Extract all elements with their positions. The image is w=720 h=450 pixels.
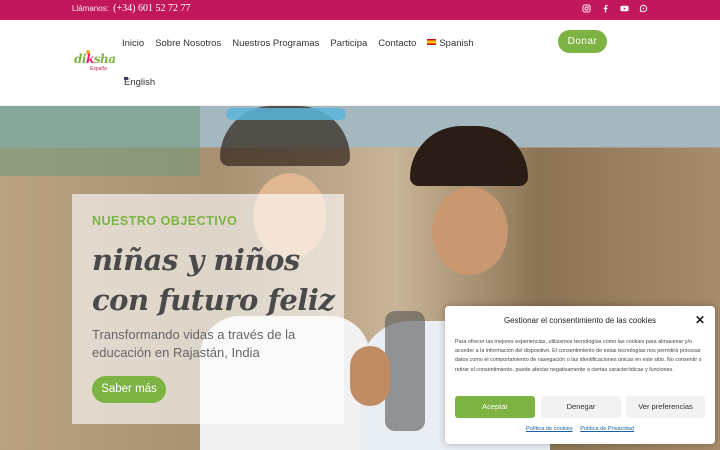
cookie-policy-link[interactable]: Política de cookies <box>526 426 573 432</box>
hero-photo-boy <box>410 126 528 186</box>
nav-item-inicio[interactable]: Inicio <box>122 38 144 49</box>
hero-photo-strap <box>385 311 425 431</box>
hero-photo-headband <box>226 108 346 120</box>
deny-cookies-button[interactable]: Denegar <box>541 396 621 418</box>
lang-english-label: English <box>124 77 156 88</box>
nav-item-sobre-nosotros[interactable]: Sobre Nosotros <box>155 38 221 49</box>
hero-photo-thumb <box>350 346 390 406</box>
nav-item-contacto[interactable]: Contacto <box>378 38 416 49</box>
close-icon[interactable]: ✕ <box>695 314 705 326</box>
hero-photo-background <box>0 106 200 176</box>
phone-label: Llámanos: <box>72 4 109 13</box>
privacy-policy-link[interactable]: Política de Privacidad <box>580 426 634 432</box>
facebook-icon[interactable] <box>601 4 610 13</box>
lang-spanish-label: Spanish <box>439 38 474 49</box>
phone-contact: Llámanos: (+34) 601 52 72 77 <box>72 3 190 14</box>
site-header: diksha España Inicio Sobre Nosotros Nues… <box>0 20 720 106</box>
logo-wordmark: diksha <box>74 52 116 66</box>
phone-number[interactable]: (+34) 601 52 72 77 <box>113 3 190 14</box>
top-bar: Llámanos: (+34) 601 52 72 77 <box>0 0 720 20</box>
main-nav: Inicio Sobre Nosotros Nuestros Programas… <box>122 38 485 49</box>
logo-subtitle: España <box>90 66 107 72</box>
social-links <box>582 4 648 13</box>
hero-headline: niñas y niños con futuro feliz <box>92 243 335 317</box>
cookie-links: Política de cookies Política de Privacid… <box>445 426 715 432</box>
nav-item-nuestros-programas[interactable]: Nuestros Programas <box>232 38 319 49</box>
youtube-icon[interactable] <box>620 4 629 13</box>
hero-text-panel: NUESTRO OBJECTIVO niñas y niños con futu… <box>72 194 344 424</box>
cookie-consent-dialog: Gestionar el consentimiento de las cooki… <box>445 306 715 444</box>
view-preferences-button[interactable]: Ver preferencias <box>626 396 705 418</box>
donate-button[interactable]: Donar <box>558 30 607 53</box>
nav-item-participa[interactable]: Participa <box>330 38 367 49</box>
hero-kicker: NUESTRO OBJECTIVO <box>92 214 238 228</box>
spain-flag-icon <box>427 39 437 46</box>
accept-cookies-button[interactable]: Aceptar <box>455 396 535 418</box>
cookie-title: Gestionar el consentimiento de las cooki… <box>503 316 657 325</box>
nav-item-lang-spanish[interactable]: Spanish <box>427 38 474 49</box>
learn-more-button[interactable]: Saber más <box>92 376 166 403</box>
page: Llámanos: (+34) 601 52 72 77 diksha Espa… <box>0 0 720 450</box>
whatsapp-icon[interactable] <box>639 4 648 13</box>
site-logo[interactable]: diksha España <box>72 50 116 72</box>
cookie-body-text: Para ofrecer las mejores experiencias, u… <box>455 339 702 373</box>
hero-description: Transformando vidas a través de la educa… <box>92 327 296 360</box>
nav-item-lang-english[interactable]: English <box>124 77 155 88</box>
instagram-icon[interactable] <box>582 4 591 13</box>
